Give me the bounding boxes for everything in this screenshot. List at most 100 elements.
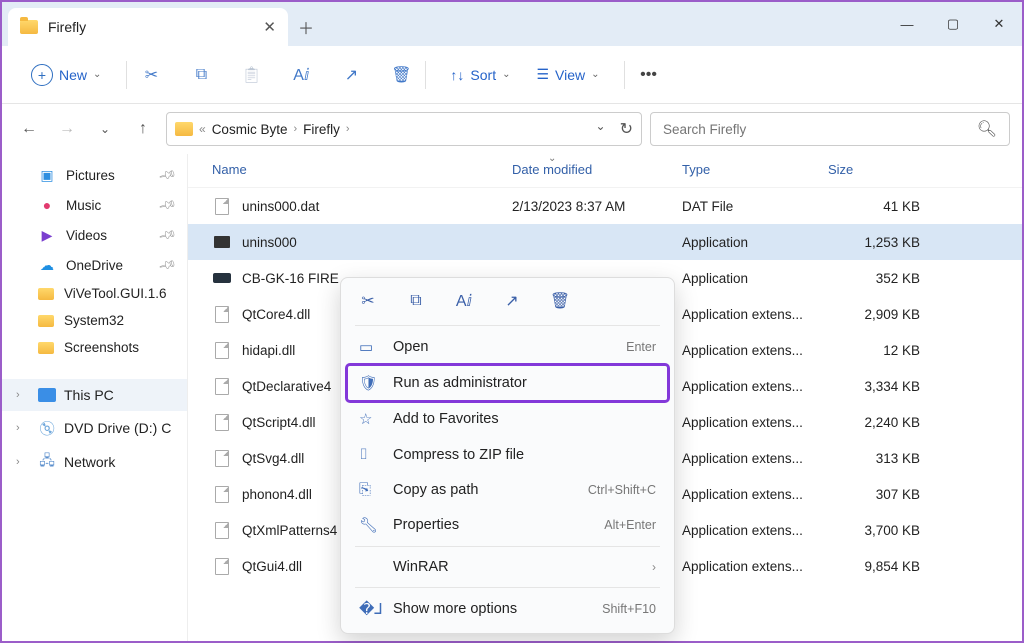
file-type: Application extens...: [682, 487, 828, 502]
window-tab[interactable]: Firefly ✕: [8, 8, 288, 46]
ctx-copy-path[interactable]: ⎘Copy as pathCtrl+Shift+C: [347, 472, 668, 507]
search-input[interactable]: [663, 122, 977, 137]
table-row[interactable]: unins000Application1,253 KB: [188, 224, 1022, 260]
file-date: 2/13/2023 8:37 AM: [512, 199, 682, 214]
file-size: 12 KB: [828, 343, 920, 358]
rename-icon[interactable]: Aⅈ: [453, 290, 475, 312]
delete-icon[interactable]: 🗑︎: [391, 65, 411, 85]
sidebar-item-folder[interactable]: Screenshots: [2, 334, 187, 361]
sidebar-item-label: System32: [64, 313, 124, 328]
sidebar-item-label: ViVeTool.GUI.1.6: [64, 286, 167, 301]
ctx-run-as-admin[interactable]: 🛡︎Run as administrator: [347, 365, 668, 401]
refresh-icon[interactable]: ↻: [620, 119, 633, 139]
chevron-right-icon[interactable]: ›: [16, 456, 30, 468]
separator: [624, 61, 625, 89]
search-icon[interactable]: 🔍︎: [977, 119, 997, 139]
close-button[interactable]: ✕: [976, 2, 1022, 46]
sort-indicator-icon: ⌄: [548, 154, 556, 164]
sort-icon: ↑↓: [450, 67, 464, 83]
new-label: New: [59, 67, 87, 83]
sidebar-group-network[interactable]: ›🖧︎Network: [2, 445, 187, 479]
new-tab-button[interactable]: ＋: [288, 8, 324, 46]
sidebar-group-dvd[interactable]: ›💿︎DVD Drive (D:) C: [2, 411, 187, 445]
more-icon[interactable]: •••: [639, 65, 659, 85]
titlebar: Firefly ✕ ＋ — ▢ ✕: [2, 2, 1022, 46]
search-box[interactable]: 🔍︎: [650, 112, 1010, 146]
history-chevron-icon[interactable]: ⌄: [596, 119, 606, 139]
file-name: QtXmlPatterns4: [242, 523, 337, 538]
col-date[interactable]: Date modified⌄: [512, 162, 682, 177]
sidebar-item-folder[interactable]: ViVeTool.GUI.1.6: [2, 280, 187, 307]
ctx-compress-zip[interactable]: ⌷Compress to ZIP file: [347, 437, 668, 472]
ctx-add-favorites[interactable]: ☆Add to Favorites: [347, 401, 668, 437]
chevron-right-icon[interactable]: ›: [16, 389, 30, 401]
file-name: hidapi.dll: [242, 343, 295, 358]
rename-icon[interactable]: Aⅈ: [291, 65, 311, 85]
file-type-icon: [212, 521, 232, 539]
address-bar[interactable]: « Cosmic Byte › Firefly › ⌄ ↻: [166, 112, 642, 146]
sidebar-item-music[interactable]: ●Music📌︎: [2, 190, 187, 220]
ctx-winrar[interactable]: WinRAR›: [347, 550, 668, 584]
file-type: Application extens...: [682, 343, 828, 358]
chevron-down-icon: ⌄: [591, 69, 599, 80]
file-type: Application extens...: [682, 523, 828, 538]
minimize-button[interactable]: —: [884, 2, 930, 46]
table-row[interactable]: unins000.dat2/13/2023 8:37 AMDAT File41 …: [188, 188, 1022, 224]
breadcrumb-item[interactable]: Firefly: [303, 122, 340, 137]
sidebar-item-folder[interactable]: System32: [2, 307, 187, 334]
file-type: Application extens...: [682, 415, 828, 430]
file-type-icon: [212, 557, 232, 575]
more-icon: �⅃: [359, 600, 379, 618]
col-type[interactable]: Type: [682, 162, 828, 177]
sidebar-item-pictures[interactable]: ▣Pictures📌︎: [2, 160, 187, 190]
ctx-open[interactable]: ▭OpenEnter: [347, 329, 668, 365]
sidebar-item-onedrive[interactable]: ☁OneDrive📌︎: [2, 250, 187, 280]
maximize-button[interactable]: ▢: [930, 2, 976, 46]
share-icon[interactable]: ↗: [501, 290, 523, 312]
sidebar-item-label: This PC: [64, 387, 114, 403]
back-button[interactable]: ←: [14, 120, 44, 138]
sidebar-item-label: Pictures: [66, 168, 115, 183]
ctx-label: Compress to ZIP file: [393, 447, 524, 463]
file-type-icon: [212, 449, 232, 467]
cut-icon[interactable]: ✂: [357, 290, 379, 312]
sidebar-item-videos[interactable]: ▶Videos📌︎: [2, 220, 187, 250]
col-size[interactable]: Size: [828, 162, 920, 177]
view-button[interactable]: ☰ View ⌄: [526, 60, 609, 89]
share-icon[interactable]: ↗: [341, 65, 361, 85]
path-icon: ⎘: [359, 481, 379, 498]
chevron-right-icon[interactable]: ›: [293, 123, 297, 135]
ctx-label: WinRAR: [393, 559, 449, 575]
pin-icon: 📌︎: [157, 255, 177, 275]
col-name[interactable]: Name: [212, 162, 512, 177]
copy-icon[interactable]: ⧉: [191, 65, 211, 85]
breadcrumb-item[interactable]: Cosmic Byte: [212, 122, 288, 137]
sort-button[interactable]: ↑↓ Sort ⌄: [440, 61, 520, 89]
ctx-properties[interactable]: 🔧︎PropertiesAlt+Enter: [347, 507, 668, 543]
pin-icon: 📌︎: [157, 225, 177, 245]
shield-icon: 🛡︎: [359, 374, 379, 392]
sidebar-item-label: Network: [64, 454, 115, 470]
chevron-right-icon[interactable]: ›: [16, 422, 30, 434]
tab-title: Firefly: [48, 19, 253, 35]
sort-label: Sort: [470, 67, 496, 83]
file-name: unins000: [242, 235, 297, 250]
cut-icon[interactable]: ✂: [141, 65, 161, 85]
context-quick-actions: ✂ ⧉ Aⅈ ↗ 🗑︎: [347, 284, 668, 322]
sidebar-item-label: OneDrive: [66, 258, 123, 273]
chevron-right-icon[interactable]: ›: [346, 123, 350, 135]
up-button[interactable]: ↑: [128, 120, 158, 138]
close-tab-icon[interactable]: ✕: [263, 18, 276, 36]
sidebar-group-thispc[interactable]: › This PC: [2, 379, 187, 411]
separator: [355, 325, 660, 326]
copy-icon[interactable]: ⧉: [405, 290, 427, 312]
file-type: Application extens...: [682, 451, 828, 466]
file-name: QtScript4.dll: [242, 415, 316, 430]
delete-icon[interactable]: 🗑︎: [549, 290, 571, 312]
recent-chevron[interactable]: ⌄: [90, 122, 120, 136]
window-icon: ▭: [359, 338, 379, 356]
ctx-more-options[interactable]: �⅃Show more optionsShift+F10: [347, 591, 668, 627]
file-type-icon: [212, 269, 232, 287]
new-button[interactable]: + New ⌄: [20, 57, 112, 93]
overflow-chevron[interactable]: «: [199, 122, 206, 136]
